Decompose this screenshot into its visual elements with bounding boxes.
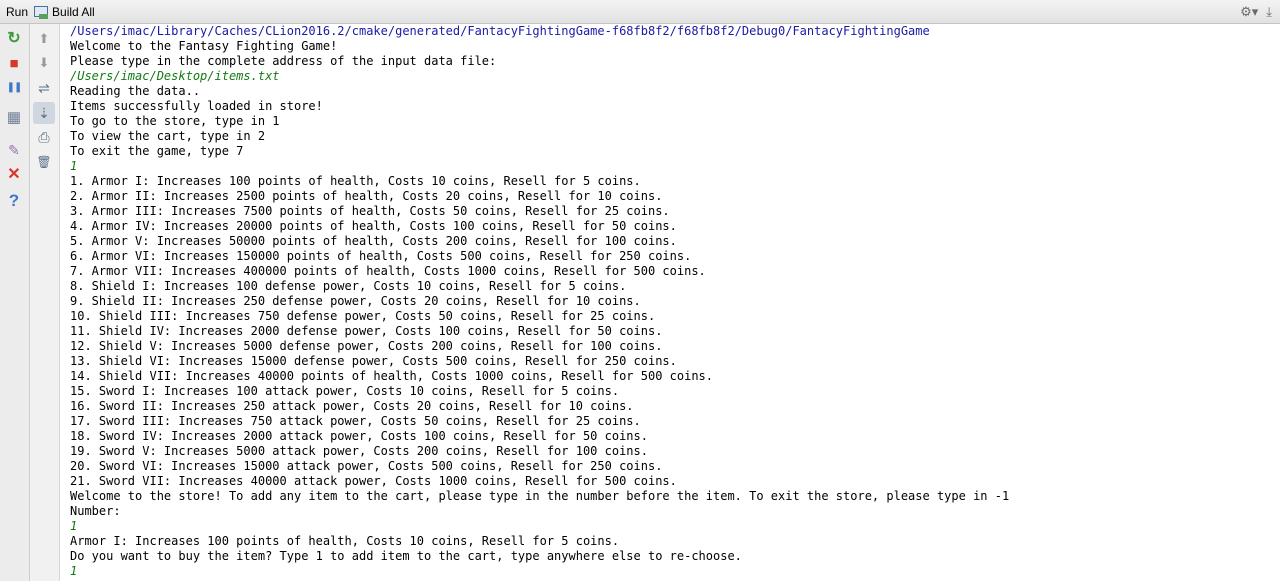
run-tool-window-header: Run Build All ⚙▾ ⤓ [0,0,1280,24]
console-output-line: 14. Shield VII: Increases 40000 points o… [70,369,713,383]
console-input-line: 1 [70,519,78,533]
console-output-line: 15. Sword I: Increases 100 attack power,… [70,384,620,398]
console-output-line: 19. Sword V: Increases 5000 attack power… [70,444,648,458]
console-output-line: 10. Shield III: Increases 750 defense po… [70,309,656,323]
console-output-line: 4. Armor IV: Increases 20000 points of h… [70,219,677,233]
console-output-line: 20. Sword VI: Increases 15000 attack pow… [70,459,663,473]
console-output-line: 17. Sword III: Increases 750 attack powe… [70,414,641,428]
run-actions-toolbar: ↻ ■ ❚❚ ▦ ✎ ✕ ? [0,24,30,581]
console-output-line: 1. Armor I: Increases 100 points of heal… [70,174,641,188]
rerun-icon[interactable]: ↻ [5,30,23,48]
console-output-line: 5. Armor V: Increases 50000 points of he… [70,234,677,248]
console-output-line: Number: [70,504,121,518]
console-output-line: 9. Shield II: Increases 250 defense powe… [70,294,641,308]
console-input-line: 1 [70,564,78,578]
console-output-line: Welcome to the store! To add any item to… [70,489,1010,503]
console-output-line: 16. Sword II: Increases 250 attack power… [70,399,634,413]
layout-icon[interactable]: ▦ [5,108,23,126]
console-actions-toolbar: ⬆ ⬇ ⇌ ⇣ ⎙ 🗑 [30,24,60,581]
console-output-line: 12. Shield V: Increases 5000 defense pow… [70,339,663,353]
console-output-line: 2. Armor II: Increases 2500 points of he… [70,189,663,203]
gear-icon[interactable]: ⚙▾ [1240,4,1258,20]
console-output-line: 18. Sword IV: Increases 2000 attack powe… [70,429,648,443]
console-output-line: 6. Armor VI: Increases 150000 points of … [70,249,692,263]
console-output-line: 7. Armor VII: Increases 400000 points of… [70,264,706,278]
console-input-line: /Users/imac/Desktop/items.txt [70,69,280,83]
console-output-line: Please type in the complete address of t… [70,54,497,68]
print-icon[interactable]: ⎙ [35,128,53,146]
help-icon[interactable]: ? [5,191,23,209]
scroll-to-end-icon[interactable]: ⇣ [33,102,55,124]
console-output-line: 3. Armor III: Increases 7500 points of h… [70,204,670,218]
build-config-icon [34,5,49,19]
console-output-line: To go to the store, type in 1 [70,114,280,128]
arrow-up-icon[interactable]: ⬆ [35,29,53,47]
stop-icon[interactable]: ■ [5,54,23,72]
console-output-line: 13. Shield VI: Increases 15000 defense p… [70,354,677,368]
hide-panel-icon[interactable]: ⤓ [1266,4,1272,20]
trash-icon[interactable]: 🗑 [35,153,53,171]
soft-wrap-icon[interactable]: ⇌ [35,79,53,97]
console-output-line: Reading the data.. [70,84,201,98]
console-output[interactable]: /Users/imac/Library/Caches/CLion2016.2/c… [70,24,1009,579]
console-output-line: Welcome to the Fantasy Fighting Game! [70,39,338,53]
console-output-line: 21. Sword VII: Increases 40000 attack po… [70,474,677,488]
run-config-label[interactable]: Build All [52,5,95,19]
console-output-line: 8. Shield I: Increases 100 defense power… [70,279,627,293]
console-output-line: /Users/imac/Library/Caches/CLion2016.2/c… [70,24,930,38]
console-output-line: Armor I: Increases 100 points of health,… [70,534,620,548]
arrow-down-icon[interactable]: ⬇ [35,53,53,71]
pin-icon[interactable]: ✎ [5,141,23,159]
console-output-line: To view the cart, type in 2 [70,129,266,143]
console-input-line: 1 [70,159,78,173]
pause-icon[interactable]: ❚❚ [5,79,23,97]
console-output-line: To exit the game, type 7 [70,144,244,158]
close-icon[interactable]: ✕ [5,166,23,184]
console-output-line: 11. Shield IV: Increases 2000 defense po… [70,324,663,338]
console-output-line: Do you want to buy the item? Type 1 to a… [70,549,742,563]
run-tab-label[interactable]: Run [6,5,28,19]
console-output-line: Items successfully loaded in store! [70,99,323,113]
